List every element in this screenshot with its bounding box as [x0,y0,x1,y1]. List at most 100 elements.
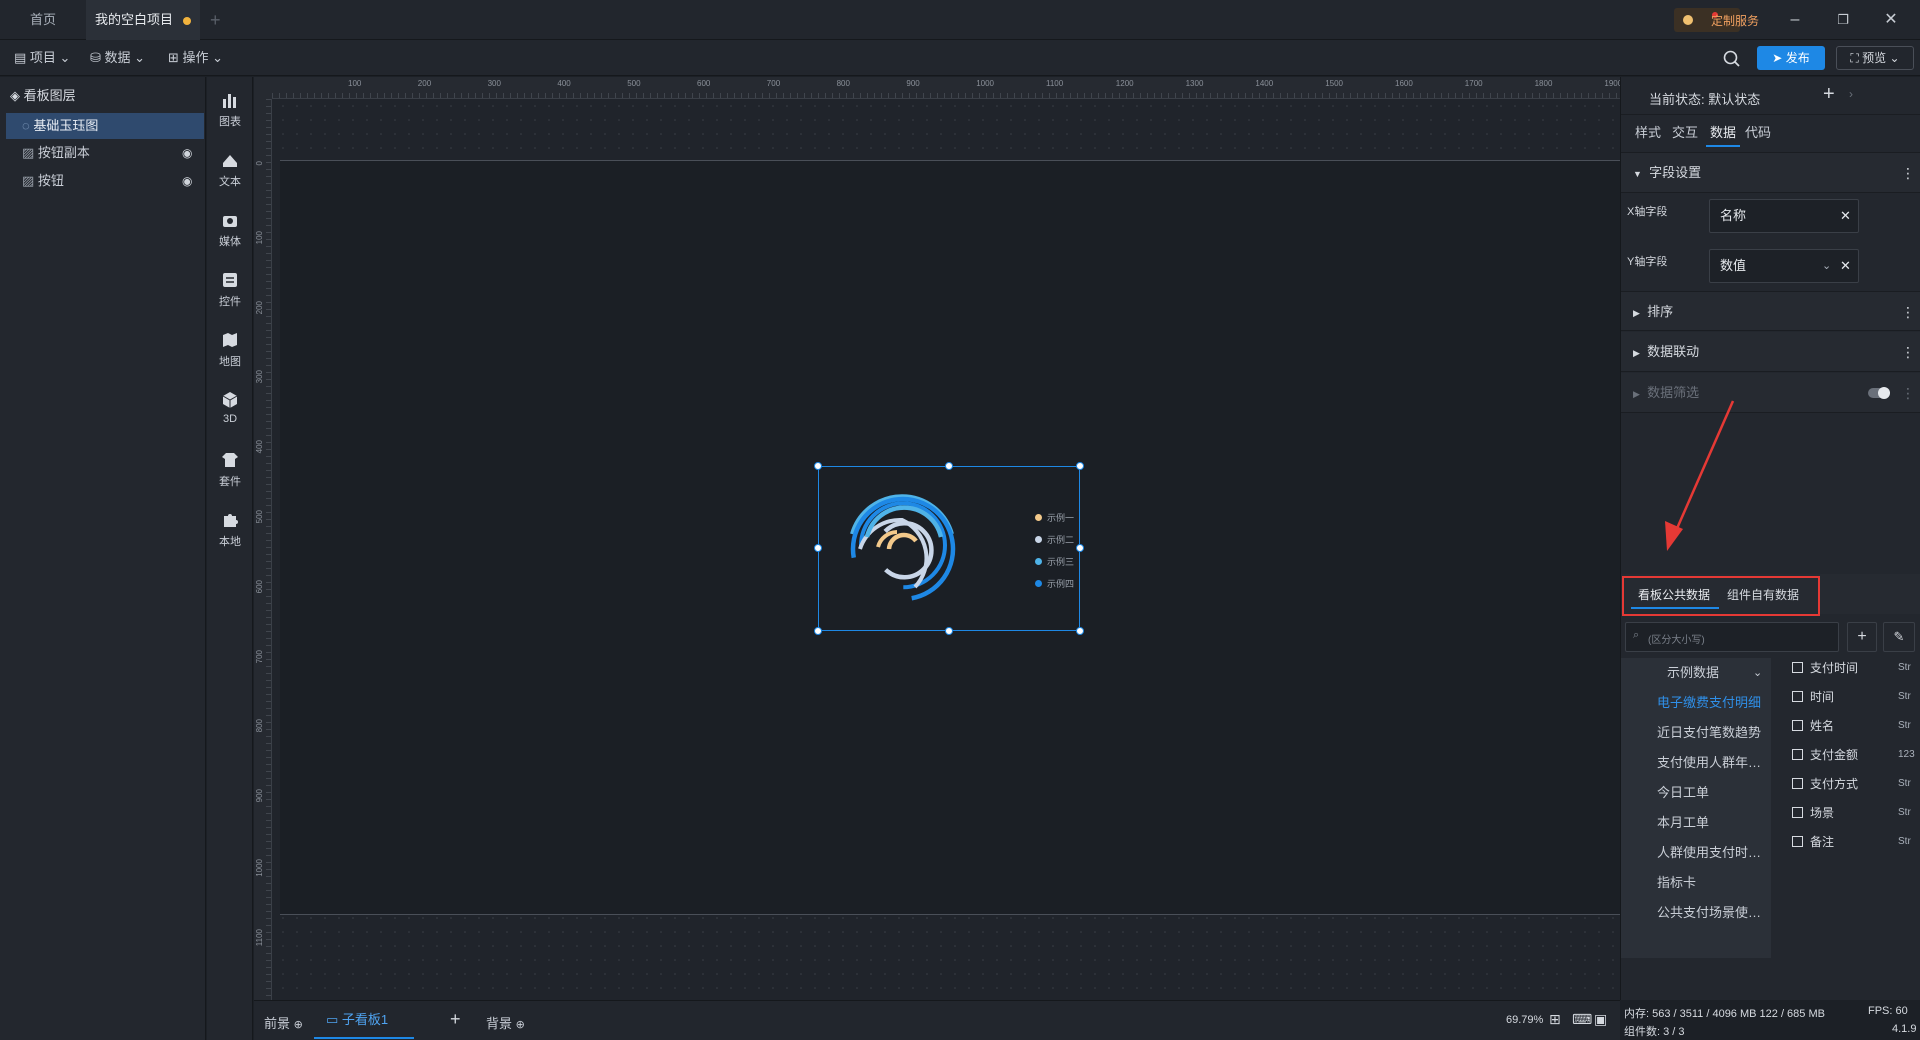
resize-handle[interactable] [814,462,822,470]
eye-hidden-icon[interactable]: ◉ [182,140,192,166]
field-settings-header[interactable]: ▼ 字段设置 ⋮ [1621,153,1920,193]
minimize-icon[interactable]: – [1772,0,1818,40]
comp-media[interactable]: 媒体 [207,203,253,259]
keyboard-icon[interactable]: ⌨ [1572,1011,1592,1028]
dataset-item[interactable]: 本月工单 [1621,808,1771,838]
checkbox-icon[interactable] [1792,778,1803,789]
linkage-header[interactable]: ▶ 数据联动 ⋮ [1621,332,1920,372]
comp-text[interactable]: 文本 [207,143,253,199]
resize-handle[interactable] [945,627,953,635]
dataset-search-input[interactable]: ⌕ (区分大小写) [1625,622,1839,652]
comp-control[interactable]: 控件 [207,263,253,319]
more-vert-icon[interactable]: ⋮ [1901,153,1915,193]
field-item[interactable]: 支付金额 [1792,741,1858,770]
close-icon[interactable]: ✕ [1868,0,1914,40]
resize-handle[interactable] [1076,462,1084,470]
fit-screen-icon[interactable]: ⊞ [1549,1011,1561,1028]
menu-project[interactable]: ▤ 项目 ⌄ [14,46,70,70]
menu-operation-label: 操作 [182,50,209,65]
field-item[interactable]: 支付时间 [1792,654,1858,683]
layer-front[interactable]: 前景 ⊕ [264,1013,303,1032]
add-state-icon[interactable]: + [1823,83,1835,106]
comp-map[interactable]: 地图 [207,323,253,379]
dataset-item[interactable]: 支付使用人群年龄... [1621,748,1771,778]
add-board-icon[interactable]: + [450,1009,461,1030]
publish-button[interactable]: ➤ 发布 [1757,46,1825,70]
comp-local[interactable]: 本地 [207,503,253,559]
properties-panel: 当前状态: 默认状态 + › 样式 交互 数据 代码 ▼ 字段设置 ⋮ X轴字段 … [1620,77,1920,1040]
ruler-tick-label: 1200 [1115,79,1134,88]
dataset-group[interactable]: 示例数据 ⌄ [1621,658,1771,688]
dataset-item[interactable]: 人群使用支付时间... [1621,838,1771,868]
add-circle-icon[interactable]: ⊕ [294,1019,303,1031]
comp-3d[interactable]: 3D [207,383,253,439]
dataset-item[interactable]: 近日支付笔数趋势 [1621,718,1771,748]
checkbox-icon[interactable] [1792,807,1803,818]
dataset-item[interactable]: 今日工单 [1621,778,1771,808]
puzzle-icon [224,514,238,527]
dataset-item[interactable]: 电子缴费支付明细 [1621,688,1771,718]
field-item[interactable]: 备注 [1792,828,1834,857]
resize-handle[interactable] [814,544,822,552]
layer-item[interactable]: ◌ 基础玉珏图 [6,113,204,139]
tab-board-public-data[interactable]: 看板公共数据 [1638,586,1710,603]
ruler-tick-label: 1800 [1534,79,1553,88]
x-field-select[interactable]: 名称 ✕ [1709,199,1859,233]
tab-project[interactable]: 我的空白项目 [86,0,200,40]
dataset-item[interactable]: 指标卡 [1621,868,1771,898]
zoom-level[interactable]: 69.79% [1506,1014,1543,1026]
tab-style[interactable]: 样式 [1635,122,1661,141]
tab-home[interactable]: 首页 [0,0,86,40]
layer-item[interactable]: ▨ 按钮 ◉ [6,168,204,194]
layer-front-label: 前景 [264,1016,291,1031]
legend-label: 示例一 [1047,513,1075,523]
dataset-item[interactable]: 公共支付场景使用... [1621,898,1771,928]
more-vert-icon[interactable]: ⋮ [1901,332,1915,372]
resize-handle[interactable] [814,627,822,635]
add-tab-icon[interactable]: + [210,10,221,31]
tab-subboard[interactable]: ▭ 子看板1 [314,1001,414,1039]
menu-data[interactable]: ⛁ 数据 ⌄ [90,46,145,70]
tab-home-label: 首页 [29,12,56,27]
state-value[interactable]: 默认状态 [1708,92,1760,107]
resize-handle[interactable] [1076,544,1084,552]
field-item[interactable]: 时间 [1792,683,1834,712]
preview-button[interactable]: ⛶ 预览 ⌄ [1836,46,1914,70]
menu-operation[interactable]: ⊞ 操作 ⌄ [168,46,223,70]
add-dataset-icon[interactable]: + [1847,622,1877,652]
comp-chart[interactable]: 图表 [207,83,253,139]
clear-icon[interactable]: ✕ [1840,250,1851,282]
tab-data[interactable]: 数据 [1710,122,1736,141]
search-icon[interactable] [1723,50,1741,68]
field-item[interactable]: 姓名 [1792,712,1834,741]
ring-chart-widget[interactable]: 示例一 示例二 示例三 示例四 [818,466,1080,631]
tab-code[interactable]: 代码 [1745,122,1771,141]
field-item[interactable]: 场景 [1792,799,1834,828]
edit-icon[interactable]: ✎ [1883,622,1915,652]
checkbox-icon[interactable] [1792,720,1803,731]
sort-header[interactable]: ▶ 排序 ⋮ [1621,291,1920,331]
field-item[interactable]: 支付方式 [1792,770,1858,799]
add-circle-icon[interactable]: ⊕ [516,1019,525,1031]
checkbox-icon[interactable] [1792,662,1803,673]
layer-item[interactable]: ▨ 按钮副本 ◉ [6,140,204,166]
resize-handle[interactable] [1076,627,1084,635]
chevron-right-icon[interactable]: › [1849,87,1853,101]
eye-hidden-icon[interactable]: ◉ [182,168,192,194]
terminal-icon[interactable]: ▣ [1594,1011,1607,1028]
checkbox-icon[interactable] [1792,691,1803,702]
field-name: 支付金额 [1810,748,1859,762]
tab-component-own-data[interactable]: 组件自有数据 [1727,586,1799,603]
y-field-select[interactable]: 数值 ⌄ ✕ [1709,249,1859,283]
comp-suite[interactable]: 套件 [207,443,253,499]
checkbox-icon[interactable] [1792,836,1803,847]
checkbox-icon[interactable] [1792,749,1803,760]
tab-interaction[interactable]: 交互 [1672,122,1698,141]
chevron-down-icon[interactable]: ⌄ [1822,250,1831,282]
layer-background[interactable]: 背景 ⊕ [486,1013,525,1032]
more-vert-icon[interactable]: ⋮ [1901,292,1915,332]
text-icon [223,155,237,167]
resize-handle[interactable] [945,462,953,470]
clear-icon[interactable]: ✕ [1840,200,1851,232]
restore-icon[interactable]: ❐ [1820,0,1866,40]
